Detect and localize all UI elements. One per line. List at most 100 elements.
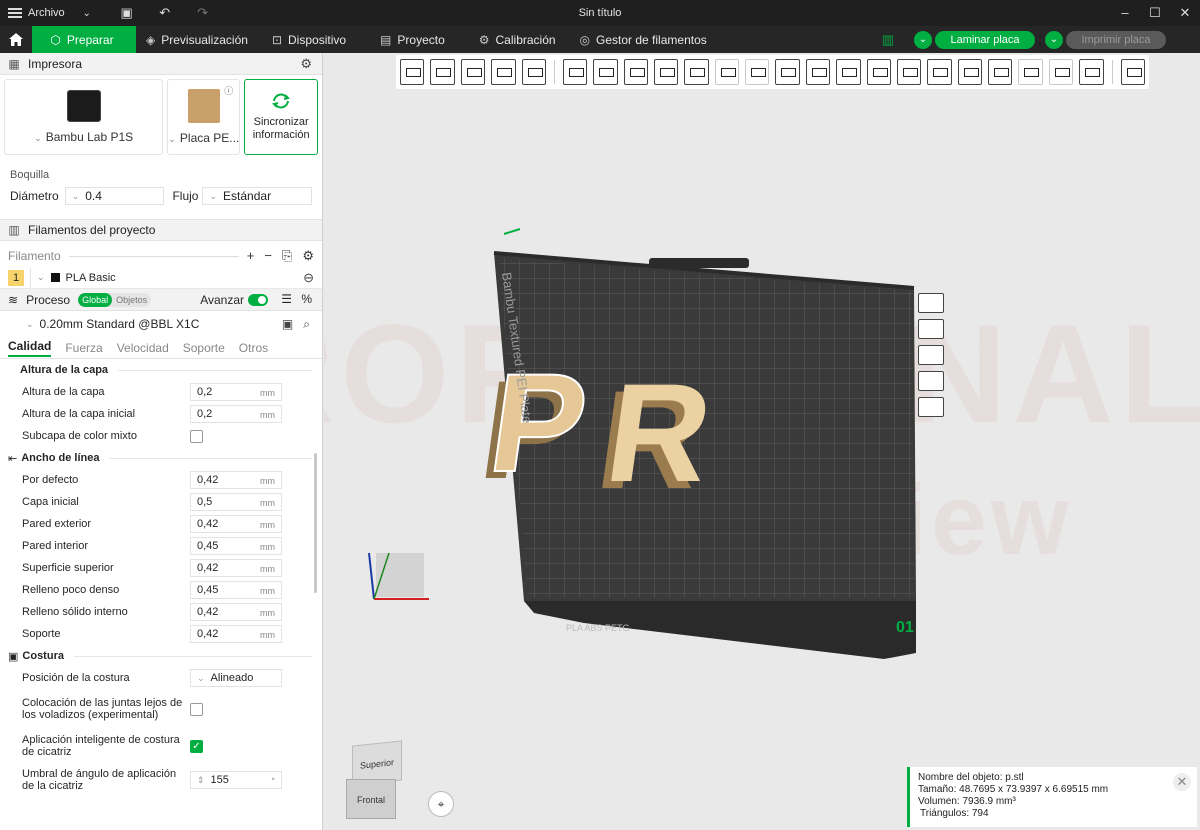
list-icon[interactable]: ☰ <box>281 292 292 306</box>
chevron-down-icon: ⌄ <box>209 190 218 201</box>
setting-input[interactable]: 0,45 mm <box>190 537 282 555</box>
maximize-icon[interactable]: ☐ <box>1140 0 1170 26</box>
setting-input[interactable]: 0,42 mm <box>190 515 282 533</box>
arrange-plate-icon[interactable] <box>918 345 944 365</box>
tab-velocidad[interactable]: Velocidad <box>117 341 169 355</box>
plate-image <box>187 89 220 123</box>
remove-icon[interactable]: − <box>264 248 272 264</box>
hamburger-menu-icon[interactable] <box>8 8 22 18</box>
gear-icon[interactable]: ⚙ <box>300 56 312 72</box>
object-triangles: Triángulos: 794 <box>920 808 989 819</box>
home-button[interactable] <box>0 26 32 53</box>
setting-input[interactable]: 0,5 mm <box>190 493 282 511</box>
plate-number: 01 <box>896 619 914 636</box>
setting-unit: mm <box>260 630 275 640</box>
chevron-down-icon: ⌄ <box>34 133 42 143</box>
diameter-select[interactable]: ⌄ 0.4 <box>64 187 165 205</box>
close-plate-icon[interactable] <box>918 293 944 313</box>
setting-row: Posición de la costura ⌄ Alineado <box>0 667 322 689</box>
seam-position-select[interactable]: ⌄ Alineado <box>190 669 282 687</box>
scope-switch[interactable]: Global Objetos <box>78 292 152 307</box>
plate-settings-icon[interactable] <box>918 397 944 417</box>
setting-label: Relleno poco denso <box>22 584 120 596</box>
scope-objects[interactable]: Objetos <box>112 293 151 307</box>
stepper-icon[interactable]: ⇕ <box>197 775 205 786</box>
setting-unit: mm <box>260 388 275 398</box>
filament-sync-icon[interactable]: ⎘ <box>282 248 292 264</box>
3d-viewport[interactable]: PROFESIONAL Review <box>324 53 1200 830</box>
tab-dispositivo[interactable]: ⊡ Dispositivo <box>262 26 360 53</box>
flow-label: Flujo <box>172 189 199 203</box>
slice-plate-button[interactable]: ⌄ Laminar placa <box>914 30 1035 49</box>
setting-value: 155 <box>210 774 229 786</box>
setting-input[interactable]: 0,42 mm <box>190 603 282 621</box>
print-plate-button[interactable]: ⌄ Imprimir placa <box>1045 30 1166 49</box>
title-bar: Archivo ⌄ ▣ ↶ ↷ Sin título – ☐ ✕ <box>0 0 1200 26</box>
setting-input[interactable]: 0,45 mm <box>190 581 282 599</box>
save-preset-icon[interactable]: ▣ <box>282 317 293 332</box>
tab-proyecto[interactable]: ▤ Proyecto <box>370 26 459 53</box>
tab-gestor-filamentos[interactable]: ◎ Gestor de filamentos <box>570 26 721 53</box>
advanced-label: Avanzar <box>200 293 244 307</box>
chevron-down-icon[interactable]: ⌄ <box>1045 30 1063 49</box>
group-layer-height: Altura de la capa <box>0 359 322 381</box>
chevron-down-icon: ⌄ <box>71 190 80 201</box>
setting-row: Superficie superior 0,42 mm <box>0 557 322 579</box>
setting-input[interactable]: 0,42 mm <box>190 625 282 643</box>
build-plate-scene[interactable]: P P R R Bambu Textured PEI Plate PLA ABS… <box>324 53 1200 830</box>
calibration-icon: ⚙ <box>478 32 490 47</box>
tab-soporte[interactable]: Soporte <box>183 341 225 355</box>
tab-preparar[interactable]: ⬡ Preparar <box>32 26 136 53</box>
auto-orient-plate-icon[interactable] <box>918 319 944 339</box>
redo-icon[interactable]: ↷ <box>195 5 211 21</box>
view-cube[interactable]: Superior Frontal <box>346 740 404 825</box>
lock-plate-icon[interactable] <box>918 371 944 391</box>
gear-icon[interactable]: ⚙ <box>302 248 314 264</box>
save-icon[interactable]: ▣ <box>119 5 135 21</box>
smart-scarf-checkbox[interactable]: ✓ <box>190 739 203 753</box>
undo-icon[interactable]: ↶ <box>157 5 173 21</box>
setting-input[interactable]: 0,42 mm <box>190 471 282 489</box>
mixed-color-checkbox[interactable] <box>190 429 203 443</box>
camera-icon[interactable]: ⌖ <box>428 791 454 817</box>
tab-label: Previsualización <box>161 32 248 47</box>
close-icon[interactable]: ✕ <box>1170 0 1200 26</box>
printer-card[interactable]: ⌄ Bambu Lab P1S <box>4 79 164 155</box>
view-cube-front[interactable]: Frontal <box>346 779 396 819</box>
sync-info-button[interactable]: Sincronizar información <box>244 79 318 155</box>
remove-circle-icon[interactable]: ⊖ <box>303 270 314 286</box>
tab-calibracion[interactable]: ⚙ Calibración <box>469 26 570 53</box>
seam-overhang-checkbox[interactable] <box>190 702 203 716</box>
tab-calidad[interactable]: Calidad <box>8 339 52 357</box>
filament-icon: ▥ <box>8 223 20 237</box>
plate-card[interactable]: ⓘ ⌄ Placa PE... <box>167 79 241 155</box>
scope-global[interactable]: Global <box>78 292 113 307</box>
flow-select[interactable]: ⌄ Estándar <box>202 187 312 205</box>
setting-value: Alineado <box>210 672 254 684</box>
info-icon[interactable]: ⓘ <box>224 84 233 97</box>
minimize-icon[interactable]: – <box>1110 0 1140 26</box>
search-icon[interactable]: ⌕ <box>303 317 310 332</box>
chevron-down-icon[interactable]: ⌄ <box>914 30 932 49</box>
scarf-angle-input[interactable]: ⇕ 155 ° <box>190 771 282 789</box>
scrollbar[interactable] <box>314 453 317 593</box>
chevron-down-icon[interactable]: ⌄ <box>79 8 95 19</box>
setting-input[interactable]: 0,2 mm <box>190 405 282 423</box>
add-icon[interactable]: + <box>247 248 255 264</box>
main-nav: ⬡ Preparar ◈ Previsualización ⊡ Disposit… <box>0 26 1200 53</box>
edit-plate-name-icon[interactable] <box>503 228 521 235</box>
file-menu[interactable]: Archivo <box>28 7 65 19</box>
tab-previsualizacion[interactable]: ◈ Previsualización <box>136 26 262 53</box>
advanced-toggle[interactable] <box>248 294 268 306</box>
filament-item[interactable]: 1 ⌄ PLA Basic ⊖ <box>0 267 322 289</box>
plate-name: Placa PE... <box>179 131 240 145</box>
chevron-down-icon[interactable]: ⌄ <box>37 272 45 283</box>
tab-fuerza[interactable]: Fuerza <box>65 341 102 355</box>
close-icon[interactable]: ✕ <box>1173 773 1191 791</box>
percent-icon[interactable]: % <box>301 292 312 306</box>
process-preset-select[interactable]: ⌄ 0.20mm Standard @BBL X1C ▣ ⌕ <box>0 311 322 337</box>
setting-input[interactable]: 0,42 mm <box>190 559 282 577</box>
plate-manager-icon[interactable]: ▥ <box>882 32 894 48</box>
setting-input[interactable]: 0,2 mm <box>190 383 282 401</box>
tab-otros[interactable]: Otros <box>239 341 268 355</box>
